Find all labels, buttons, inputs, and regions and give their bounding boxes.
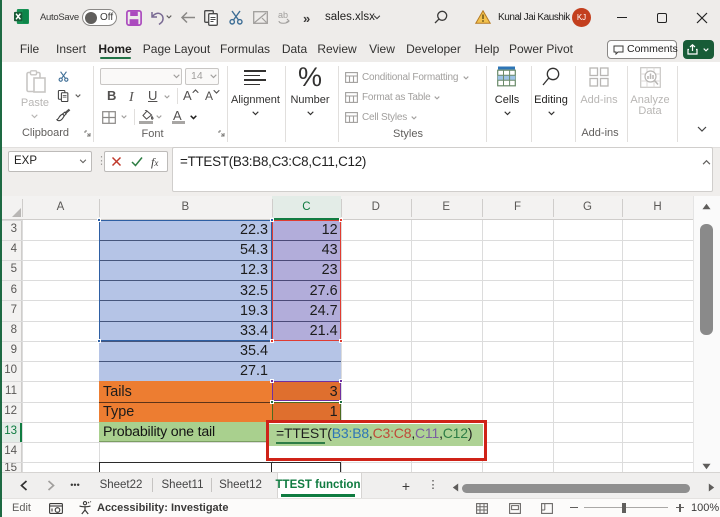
svg-text:ab: ab	[278, 10, 288, 20]
